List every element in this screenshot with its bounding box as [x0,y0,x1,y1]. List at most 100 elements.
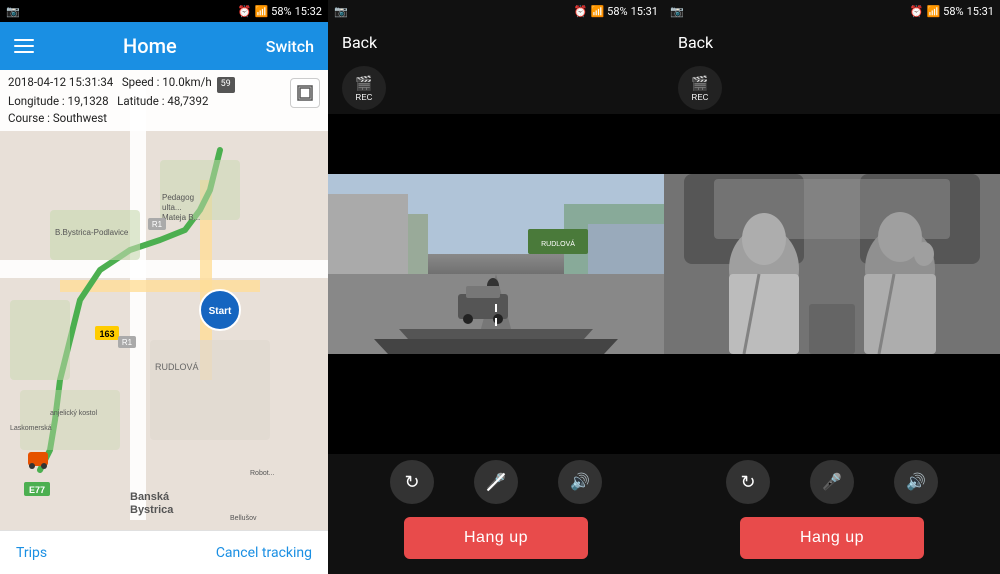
cam2-mic-button[interactable]: 🎤 [810,460,854,504]
svg-text:RUDLOVÁ: RUDLOVÁ [541,239,575,248]
cam2-camera-icon: 📷 [670,5,684,18]
app-bar: Home Switch [0,22,328,70]
cam1-volume-icon: 🔊 [570,472,590,492]
map-svg: B.Bystrica-Podlavice Pedagog ulta... Mat… [0,70,328,530]
cam1-wifi-icon: 📶 [590,5,604,18]
layers-icon [296,84,314,102]
cam2-rec-button[interactable]: 🎬 REC [678,66,722,110]
speed-value: 10.0km/h [162,75,211,89]
course-value: Southwest [53,111,107,125]
time-text: 15:32 [295,5,322,18]
cam2-time: 15:31 [967,5,994,18]
cam2-rec-video-icon: 🎬 [691,75,708,92]
cam1-back-button[interactable]: Back [342,33,377,52]
cam1-time: 15:31 [631,5,658,18]
status-bar-right: ⏰ 📶 58% 15:32 [238,5,322,18]
datetime-label: 2018-04-12 15:31:34 [8,75,113,89]
svg-text:B.Bystrica-Podlavice: B.Bystrica-Podlavice [55,228,129,237]
cam1-alarm-icon: ⏰ [574,5,588,18]
cam1-hang-up-area: Hang up [328,510,664,574]
cam2-volume-icon: 🔊 [906,472,926,492]
wifi-icon: 📶 [254,5,268,18]
lon-value: 19,1328 [68,94,109,108]
svg-text:Bystrica: Bystrica [130,504,174,516]
cam1-black-top [328,114,664,174]
map-bottom-bar: Trips Cancel tracking [0,530,328,574]
cam1-rec-label: REC [356,93,373,102]
cam1-status-bar: 📷 ⏰ 📶 58% 15:31 [328,0,664,22]
cam1-rec-video-icon: 🎬 [355,75,372,92]
cam1-status-left: 📷 [334,5,348,18]
cam1-controls: ↻ 🎤 🔊 [328,454,664,510]
map-status-bar: 📷 ⏰ 📶 58% 15:32 [0,0,328,22]
svg-text:R1: R1 [152,220,163,229]
svg-text:Pedagog: Pedagog [162,193,194,202]
cam1-black-bottom [328,354,664,454]
cam1-rec-button[interactable]: 🎬 REC [342,66,386,110]
trips-link[interactable]: Trips [16,545,47,561]
svg-text:ulta...: ulta... [162,203,182,212]
cam2-top-bar: Back [664,22,1000,62]
cam2-hang-up-area: Hang up [664,510,1000,574]
cam1-volume-button[interactable]: 🔊 [558,460,602,504]
cam2-rotate-button[interactable]: ↻ [726,460,770,504]
menu-icon[interactable] [14,39,34,53]
cam2-black-bottom [664,354,1000,454]
cam2-back-button[interactable]: Back [678,33,713,52]
cam2-hang-up-button[interactable]: Hang up [740,517,924,559]
cam2-wifi-icon: 📶 [926,5,940,18]
cam2-video [664,174,1000,354]
cam2-rec-label: REC [692,93,709,102]
map-overlay-button[interactable] [290,78,320,108]
cam2-battery: 58% [943,5,963,18]
app-title: Home [123,34,177,58]
svg-text:anjelický kostol: anjelický kostol [50,410,98,417]
svg-text:163: 163 [99,329,114,339]
cam1-status-right: ⏰ 📶 58% 15:31 [574,5,658,18]
interior-cam-svg [664,174,1000,354]
cam2-controls: ↻ 🎤 🔊 [664,454,1000,510]
info-row-1: 2018-04-12 15:31:34 Speed : 10.0km/h 59 [8,74,320,93]
svg-text:E77: E77 [29,485,45,495]
alarm-icon: ⏰ [238,5,252,18]
cam1-camera-icon: 📷 [334,5,348,18]
camera-icon: 📷 [6,5,20,18]
camera-front-panel: 📷 ⏰ 📶 58% 15:31 Back 🎬 REC [328,0,664,574]
cam2-rotate-icon: ↻ [740,472,755,493]
speed-badge: 59 [217,77,235,93]
cam1-battery: 58% [607,5,627,18]
map-panel: 📷 ⏰ 📶 58% 15:32 Home Switch 2018-04-12 1… [0,0,328,574]
cam1-rotate-icon: ↻ [404,472,419,493]
svg-text:R1: R1 [122,338,133,347]
info-row-2: Longitude : 19,1328 Latitude : 48,7392 [8,93,320,110]
svg-text:RUDLOVÁ: RUDLOVÁ [155,362,199,372]
front-cam-svg: RUDLOVÁ [328,174,664,354]
cam2-black-top [664,114,1000,174]
lon-label: Longitude : [8,94,65,108]
cancel-tracking-link[interactable]: Cancel tracking [216,545,312,561]
cam1-video: RUDLOVÁ [328,174,664,354]
cam2-status-bar: 📷 ⏰ 📶 58% 15:31 [664,0,1000,22]
cam1-top-bar: Back [328,22,664,62]
switch-button[interactable]: Switch [266,37,314,56]
cam2-interior-image [664,174,1000,354]
cam1-rotate-button[interactable]: ↻ [390,460,434,504]
cam2-alarm-icon: ⏰ [910,5,924,18]
info-row-3: Course : Southwest [8,110,320,127]
battery-text: 58% [271,5,291,18]
svg-text:Robot...: Robot... [250,470,275,477]
cam1-rec-area: 🎬 REC [328,62,664,114]
svg-text:Laskomerská: Laskomerská [10,425,52,432]
info-bar: 2018-04-12 15:31:34 Speed : 10.0km/h 59 … [0,70,328,131]
lat-value: 48,7392 [167,94,208,108]
svg-text:Banská: Banská [130,491,170,503]
svg-text:Bellušov: Bellušov [230,515,257,522]
cam1-mic-button[interactable]: 🎤 [474,460,518,504]
cam1-hang-up-button[interactable]: Hang up [404,517,588,559]
svg-text:Mateja B...: Mateja B... [162,213,200,222]
camera-interior-panel: 📷 ⏰ 📶 58% 15:31 Back 🎬 REC [664,0,1000,574]
map-area[interactable]: B.Bystrica-Podlavice Pedagog ulta... Mat… [0,70,328,530]
status-bar-left: 📷 [6,5,20,18]
svg-text:Start: Start [209,306,232,317]
cam2-volume-button[interactable]: 🔊 [894,460,938,504]
